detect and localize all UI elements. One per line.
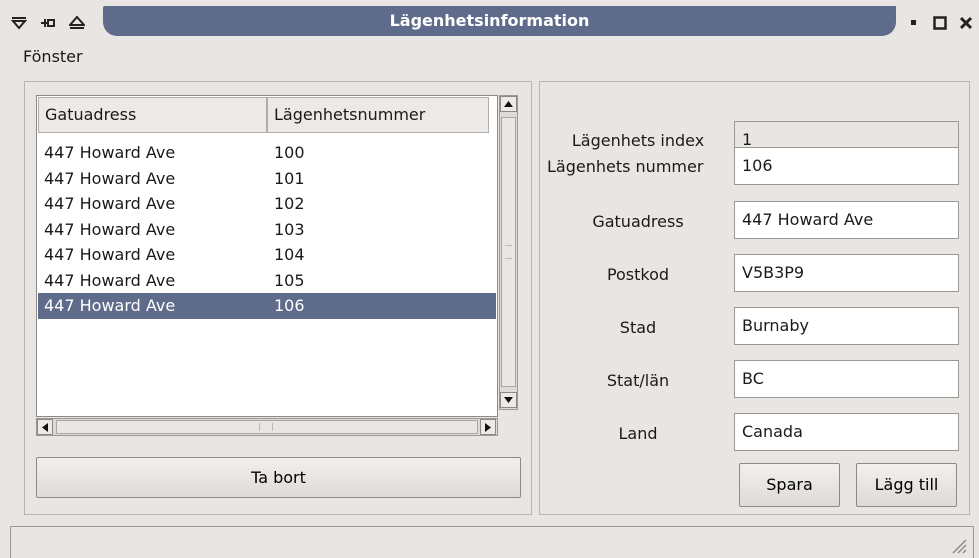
arrow-down-icon: [504, 397, 513, 403]
scroll-left-button[interactable]: [37, 419, 53, 435]
label-apartment-index: Lägenhets index: [571, 131, 705, 150]
cell-number: 105: [274, 270, 305, 290]
table-row-selected[interactable]: 447 Howard Ave 106: [38, 293, 496, 319]
cell-street: 447 Howard Ave: [44, 296, 176, 315]
vertical-scroll-thumb[interactable]: [501, 117, 516, 387]
cell-street: 447 Howard Ave: [44, 270, 176, 290]
city-input[interactable]: Burnaby: [734, 307, 959, 345]
scroll-right-button[interactable]: [480, 419, 496, 435]
cell-number: 104: [274, 245, 305, 264]
table-row[interactable]: 447 Howard Ave 103: [38, 217, 496, 243]
country-input[interactable]: Canada: [734, 413, 959, 451]
window-title-text: Lägenhetsinformation: [389, 11, 590, 30]
shade-down-icon[interactable]: [6, 10, 32, 36]
table-row[interactable]: 447 Howard Ave 101: [38, 166, 496, 192]
maximize-icon[interactable]: [929, 10, 951, 36]
label-state: Stat/län: [606, 371, 670, 390]
close-icon[interactable]: [955, 10, 977, 36]
save-button[interactable]: Spara: [739, 463, 840, 507]
table-header: Gatuadress Lägenhetsnummer: [38, 97, 496, 133]
label-street: Gatuadress: [592, 212, 684, 231]
menu-item-fonster[interactable]: Fönster: [23, 47, 83, 66]
table-horizontal-scrollbar[interactable]: [36, 418, 498, 436]
table-row[interactable]: 447 Howard Ave 100: [38, 140, 496, 166]
add-button[interactable]: Lägg till: [856, 463, 957, 507]
label-apartment-number: Lägenhets nummer: [547, 157, 704, 176]
apartment-table: Gatuadress Lägenhetsnummer 447 Howard Av…: [36, 95, 498, 417]
resize-grip-icon[interactable]: [949, 536, 967, 554]
cell-street: 447 Howard Ave: [44, 245, 176, 264]
cell-number: 102: [274, 194, 305, 213]
table-row[interactable]: 447 Howard Ave 102: [38, 191, 496, 217]
cell-street: 447 Howard Ave: [44, 194, 176, 213]
cell-street: 447 Howard Ave: [44, 219, 176, 239]
column-header-apartment-number[interactable]: Lägenhetsnummer: [267, 97, 489, 133]
label-city: Stad: [619, 318, 657, 337]
minimize-icon[interactable]: [903, 10, 925, 36]
window-title: Lägenhetsinformation: [103, 6, 896, 36]
horizontal-scroll-thumb[interactable]: [56, 420, 478, 434]
scroll-grip: [259, 423, 273, 431]
arrow-up-icon: [504, 101, 513, 107]
scroll-grip: [505, 245, 512, 259]
title-bar-left-buttons: [6, 8, 90, 38]
cell-number: 106: [274, 296, 305, 315]
menu-bar: Fönster: [23, 47, 83, 66]
table-row[interactable]: 447 Howard Ave 104: [38, 242, 496, 268]
label-postcode: Postkod: [606, 265, 670, 284]
cell-number: 100: [274, 143, 305, 162]
arrow-left-icon: [42, 422, 48, 432]
cell-number: 103: [274, 219, 305, 239]
cell-street: 447 Howard Ave: [44, 143, 176, 162]
scroll-up-button[interactable]: [500, 96, 517, 112]
label-country: Land: [618, 424, 658, 443]
street-input[interactable]: 447 Howard Ave: [734, 201, 959, 239]
table-body: 447 Howard Ave 100 447 Howard Ave 101 447 …: [38, 140, 496, 319]
cell-street: 447 Howard Ave: [44, 168, 176, 188]
postcode-input[interactable]: V5B3P9: [734, 254, 959, 292]
arrow-right-icon: [485, 422, 491, 432]
scroll-down-button[interactable]: [500, 392, 517, 408]
cell-number: 101: [274, 168, 305, 188]
table-row[interactable]: 447 Howard Ave 105: [38, 268, 496, 294]
pin-icon[interactable]: [35, 10, 61, 36]
column-header-street[interactable]: Gatuadress: [38, 97, 267, 133]
status-bar: [10, 526, 974, 558]
eject-icon[interactable]: [64, 10, 90, 36]
state-input[interactable]: BC: [734, 360, 959, 398]
title-bar: Lägenhetsinformation: [0, 0, 979, 42]
table-vertical-scrollbar[interactable]: [499, 95, 518, 410]
title-bar-right-buttons: [903, 8, 977, 38]
apartment-number-input[interactable]: 106: [734, 147, 959, 185]
delete-button[interactable]: Ta bort: [36, 457, 521, 498]
